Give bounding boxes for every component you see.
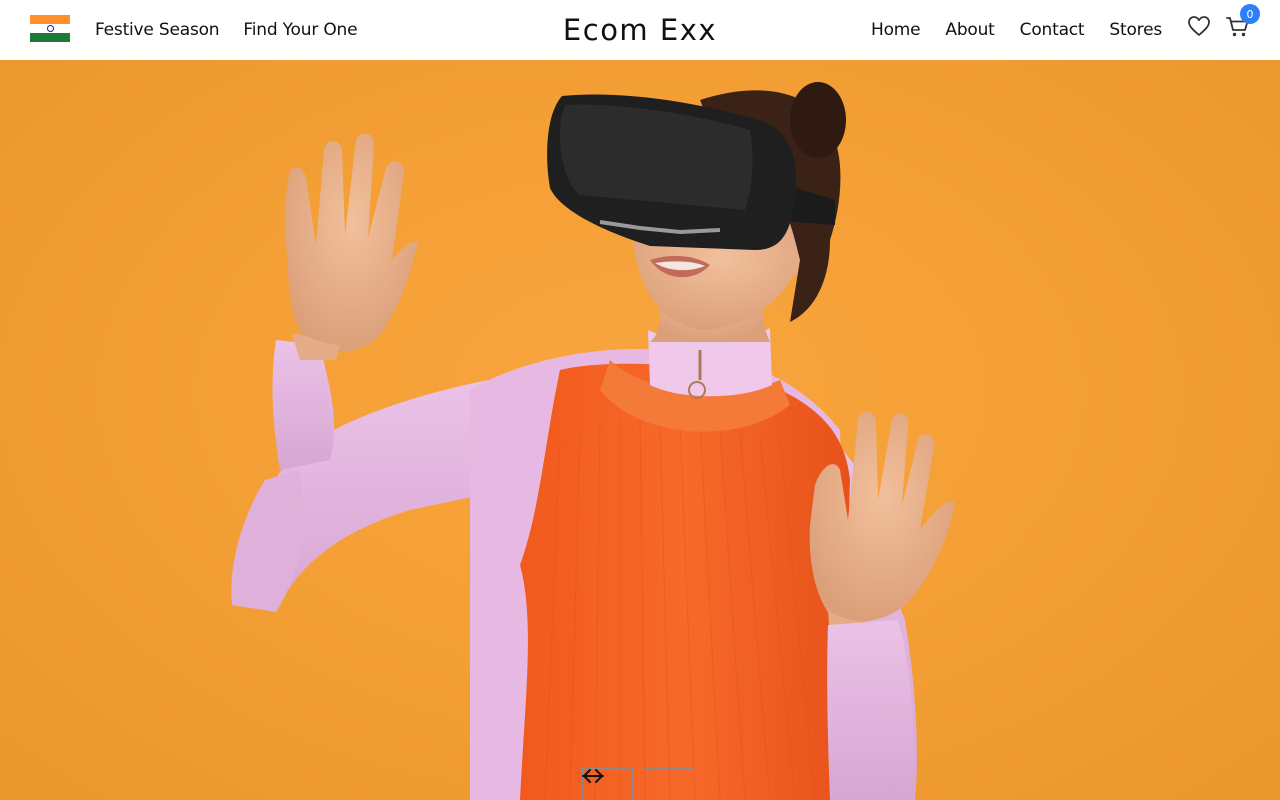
nav-link-festive-season[interactable]: Festive Season (95, 20, 220, 40)
cart-count-badge: 0 (1240, 4, 1260, 24)
flag-green-band (30, 33, 70, 42)
arrow-right-icon[interactable] (582, 768, 694, 800)
flag-chakra (46, 25, 54, 32)
heart-icon[interactable] (1187, 15, 1211, 39)
nav-link-contact[interactable]: Contact (1020, 20, 1085, 40)
flag-saffron-band (30, 15, 70, 24)
brand-logo[interactable]: Ecom Exx (563, 13, 717, 47)
nav-right-links: Home About Contact Stores (871, 0, 1162, 60)
india-flag-icon[interactable] (30, 15, 70, 42)
nav-link-home[interactable]: Home (871, 20, 921, 40)
nav-link-stores[interactable]: Stores (1109, 20, 1162, 40)
hero-image-vr-woman (231, 82, 955, 800)
hero-banner (0, 60, 1280, 800)
nav-link-find-your-one[interactable]: Find Your One (243, 20, 357, 40)
flag-white-band (30, 24, 70, 33)
nav-link-about[interactable]: About (945, 20, 994, 40)
nav-left-links: Festive Season Find Your One (95, 0, 358, 60)
hero-slider-controls (582, 768, 694, 800)
top-navbar: Festive Season Find Your One Ecom Exx Ho… (0, 0, 1280, 60)
